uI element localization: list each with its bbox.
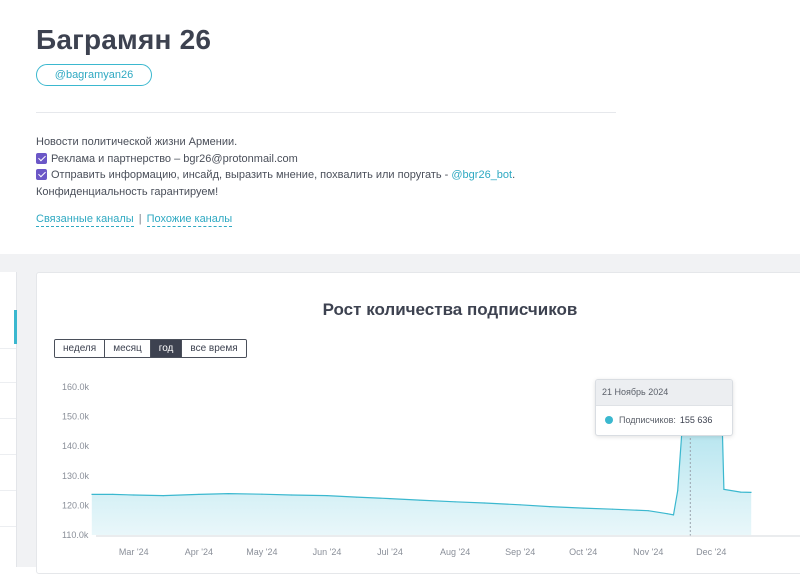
data-point — [750, 491, 752, 493]
data-point — [666, 513, 668, 515]
data-point — [418, 499, 420, 501]
data-point — [91, 493, 93, 495]
data-point — [723, 488, 725, 490]
data-point — [112, 493, 114, 495]
chart-tooltip: 21 Ноябрь 2024 Подписчиков: 155 636 — [595, 379, 733, 436]
data-point — [290, 494, 292, 496]
data-point — [389, 498, 391, 500]
data-point — [198, 493, 200, 495]
x-tick-label: Jun '24 — [313, 547, 342, 557]
data-point — [326, 495, 328, 497]
data-point — [227, 493, 229, 495]
x-tick-label: Sep '24 — [505, 547, 535, 557]
tooltip-series-label: Подписчиков: — [619, 415, 676, 425]
series-dot-icon — [605, 416, 613, 424]
data-point — [133, 494, 135, 496]
x-tick-label: Aug '24 — [440, 547, 470, 557]
data-point — [454, 501, 456, 503]
data-point — [549, 506, 551, 508]
x-tick-label: Mar '24 — [119, 547, 149, 557]
x-tick-label: Oct '24 — [569, 547, 597, 557]
data-point — [647, 510, 649, 512]
x-tick-label: May '24 — [246, 547, 277, 557]
data-point — [519, 504, 521, 506]
data-point — [483, 502, 486, 504]
x-tick-label: Dec '24 — [696, 547, 726, 557]
data-point — [162, 495, 164, 497]
y-tick-label: 140.0k — [62, 441, 90, 451]
y-tick-label: 110.0k — [62, 530, 89, 540]
data-point — [677, 490, 679, 492]
x-tick-label: Jul '24 — [377, 547, 403, 557]
x-tick-label: Nov '24 — [633, 547, 663, 557]
y-tick-label: 150.0k — [62, 412, 90, 422]
data-point — [612, 508, 614, 510]
data-point — [672, 514, 675, 516]
subscribers-area-chart[interactable]: 160.0k 150.0k 140.0k 130.0k 120.0k 110.0k Mar … — [0, 0, 800, 567]
data-point — [740, 491, 742, 493]
tooltip-value: 155 636 — [679, 415, 713, 425]
y-tick-label: 160.0k — [62, 382, 90, 392]
data-point — [261, 493, 263, 495]
data-point — [582, 507, 584, 509]
tooltip-body: Подписчиков: 155 636 — [596, 406, 732, 435]
y-tick-label: 120.0k — [62, 500, 90, 510]
x-tick-label: Apr '24 — [185, 547, 213, 557]
data-point — [355, 496, 357, 498]
tooltip-date: 21 Ноябрь 2024 — [596, 380, 732, 406]
y-tick-label: 130.0k — [62, 471, 90, 481]
